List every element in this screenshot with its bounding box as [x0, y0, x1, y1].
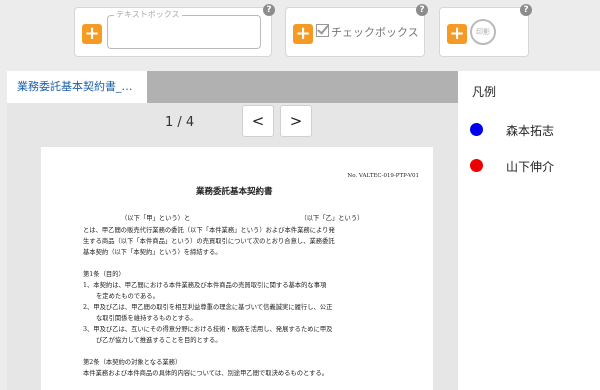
- doc-intro-2: 生する商品（以下「本件商品」という）の売買取引について次のとおり合意し、業務委託: [83, 238, 335, 245]
- doc-number: No. VALTEC-019-PTP-V01: [347, 173, 419, 179]
- textbox-tool[interactable]: + テキストボックス ?: [74, 4, 275, 57]
- next-page-button[interactable]: >: [280, 105, 312, 137]
- add-textbox-button[interactable]: +: [82, 24, 102, 44]
- doc-art1-heading: 第1条（目的）: [83, 271, 125, 278]
- checkbox-help-icon[interactable]: ?: [416, 4, 428, 16]
- doc-art1-3b: び乙が協力して推進することを目的とする。: [96, 337, 222, 344]
- legend-item-name: 森本拓志: [506, 124, 555, 138]
- page-indicator: 1 / 4: [165, 115, 195, 130]
- seal-tool[interactable]: + 印影 ?: [439, 4, 532, 57]
- doc-art2-1: 本件業務および本件商品の具体的内容については、別途甲乙間で取決めるものとする。: [83, 370, 329, 377]
- document-panel: 業務委託基本契約書_… 1 / 4 < > No. VALTEC-019-PTP…: [7, 71, 458, 390]
- document-page: No. VALTEC-019-PTP-V01 業務委託基本契約書 （以下「甲」と…: [41, 147, 433, 390]
- tab-document[interactable]: 業務委託基本契約書_…: [7, 71, 147, 103]
- pdf-viewer[interactable]: 1 / 4 < > No. VALTEC-019-PTP-V01 業務委託基本契…: [7, 103, 458, 390]
- checkbox-check-icon: [316, 24, 329, 37]
- doc-art2-heading: 第2条（本契約の対象となる業務）: [83, 359, 182, 366]
- legend-title: 凡例: [472, 85, 497, 99]
- doc-art1-2a: 2、甲及び乙は、甲乙間の取引を相互利益尊重の理念に基づいて信義誠実に履行し、公正: [83, 304, 333, 311]
- doc-art1-3a: 3、甲及び乙は、互いにその得意分野における技術・販路を活用し、発展するために甲及: [83, 326, 333, 333]
- seal-stamp-icon: 印影: [470, 19, 496, 45]
- checkbox-label: チェックボックス: [331, 26, 419, 39]
- doc-art1-2b: な取引関係を維持するものとする。: [96, 315, 197, 322]
- checkbox-tool[interactable]: + チェックボックス ?: [285, 4, 428, 57]
- textbox-preview: テキストボックス: [107, 10, 261, 49]
- checkbox-preview: チェックボックス: [316, 24, 419, 42]
- doc-parties: （以下「甲」という）と （以下「乙」という）: [121, 215, 364, 222]
- legend-dot-blue-icon: [470, 123, 483, 136]
- doc-art1-1b: を定めたものである。: [96, 293, 159, 300]
- doc-intro-1: とは、甲乙間の販売代行業務の委託（以下「本件業務」という）および本件業務により発: [83, 227, 335, 234]
- textbox-help-icon[interactable]: ?: [263, 4, 275, 16]
- doc-art1-1a: 1、本契約は、甲乙間における本件業務及び本件商品の売買取引に関する基本的な事項: [83, 282, 327, 289]
- doc-intro-3: 基本契約（以下「本契約」という）を締結する。: [83, 249, 222, 256]
- doc-title: 業務委託基本契約書: [196, 187, 273, 197]
- add-checkbox-button[interactable]: +: [293, 24, 313, 44]
- legend-panel: 凡例 森本拓志 山下伸介: [458, 71, 600, 390]
- tab-bar: 業務委託基本契約書_…: [7, 71, 458, 103]
- prev-page-button[interactable]: <: [242, 105, 274, 137]
- seal-help-icon[interactable]: ?: [520, 4, 532, 16]
- textbox-placeholder: テキストボックス: [114, 10, 182, 20]
- legend-dot-red-icon: [470, 159, 483, 172]
- legend-item-name: 山下伸介: [506, 160, 555, 174]
- add-seal-button[interactable]: +: [447, 24, 467, 44]
